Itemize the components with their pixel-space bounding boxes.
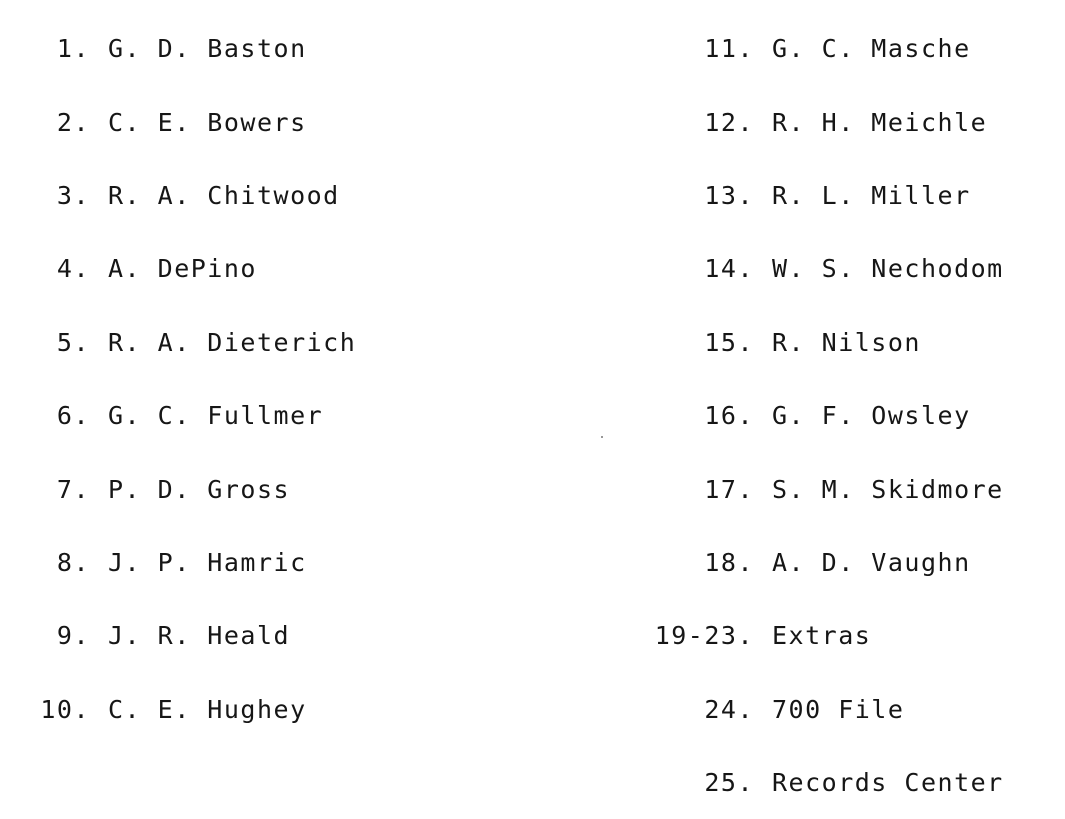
entry-number: 15. <box>704 327 754 357</box>
list-item: 7. P. D. Gross <box>0 452 520 525</box>
list-item: 4. A. DePino <box>0 232 520 305</box>
entry-name: C. E. Bowers <box>108 107 307 137</box>
list-item: 2. C. E. Bowers <box>0 85 520 158</box>
document-page: 1. G. D. Baston 2. C. E. Bowers 3. R. A. Ch… <box>0 0 1065 797</box>
list-item: 5. R. A. Dieterich <box>0 306 520 379</box>
entry-number: 1. <box>56 34 90 64</box>
entry-number: 14. <box>704 254 754 284</box>
list-item: 6. G. C. Fullmer <box>0 379 520 452</box>
scan-speck <box>601 436 603 438</box>
entry-name: G. C. Fullmer <box>108 401 324 431</box>
list-item: 3. R. A. Chitwood <box>0 159 520 232</box>
list-item: 14. W. S. Nechodom <box>570 232 1060 305</box>
list-item: 11. G. C. Masche <box>570 12 1060 85</box>
entry-name: G. C. Masche <box>772 34 971 64</box>
entry-name: C. E. Hughey <box>108 694 307 724</box>
list-item: 8. J. P. Hamric <box>0 526 520 599</box>
entry-number: 18. <box>704 547 754 577</box>
list-item: 17. S. M. Skidmore <box>570 452 1060 525</box>
entry-number: 6. <box>56 401 90 431</box>
entry-name: Extras <box>772 621 872 651</box>
entry-number: 16. <box>704 401 754 431</box>
entry-name: W. S. Nechodom <box>772 254 1004 284</box>
distribution-list-right-column: 11. G. C. Masche 12. R. H. Meichle 13. R. L… <box>570 12 1060 819</box>
entry-number: 8. <box>56 547 90 577</box>
list-item: 16. G. F. Owsley <box>570 379 1060 452</box>
list-item: 19-23. Extras <box>570 599 1060 672</box>
entry-number: 19-23. <box>654 621 754 651</box>
distribution-list-left-column: 1. G. D. Baston 2. C. E. Bowers 3. R. A. Ch… <box>0 12 520 746</box>
entry-name: G. D. Baston <box>108 34 307 64</box>
entry-name: J. P. Hamric <box>108 547 307 577</box>
entry-number: 5. <box>56 327 90 357</box>
list-item: 24. 700 File <box>570 673 1060 746</box>
entry-name: G. F. Owsley <box>772 401 971 431</box>
entry-name: Records Center <box>772 768 1004 798</box>
entry-number: 13. <box>704 180 754 210</box>
list-item: 9. J. R. Heald <box>0 599 520 672</box>
entry-number: 3. <box>56 180 90 210</box>
list-item: 18. A. D. Vaughn <box>570 526 1060 599</box>
list-item: 15. R. Nilson <box>570 306 1060 379</box>
list-item: 10. C. E. Hughey <box>0 673 520 746</box>
entry-name: R. Nilson <box>772 327 921 357</box>
entry-number: 11. <box>704 34 754 64</box>
entry-name: R. L. Miller <box>772 180 971 210</box>
entry-name: J. R. Heald <box>108 621 291 651</box>
entry-name: 700 File <box>772 694 905 724</box>
entry-number: 12. <box>704 107 754 137</box>
entry-number: 17. <box>704 474 754 504</box>
entry-number: 10. <box>40 694 90 724</box>
entry-number: 7. <box>56 474 90 504</box>
entry-name: A. DePino <box>108 254 257 284</box>
entry-name: A. D. Vaughn <box>772 547 971 577</box>
list-item: 1. G. D. Baston <box>0 12 520 85</box>
entry-number: 4. <box>56 254 90 284</box>
entry-number: 9. <box>56 621 90 651</box>
entry-name: R. H. Meichle <box>772 107 988 137</box>
entry-name: P. D. Gross <box>108 474 291 504</box>
entry-number: 2. <box>56 107 90 137</box>
entry-name: R. A. Chitwood <box>108 180 340 210</box>
entry-name: S. M. Skidmore <box>772 474 1004 504</box>
list-item: 25. Records Center <box>570 746 1060 819</box>
list-item: 12. R. H. Meichle <box>570 85 1060 158</box>
entry-name: R. A. Dieterich <box>108 327 357 357</box>
entry-number: 24. <box>704 694 754 724</box>
list-item: 13. R. L. Miller <box>570 159 1060 232</box>
entry-number: 25. <box>704 768 754 798</box>
